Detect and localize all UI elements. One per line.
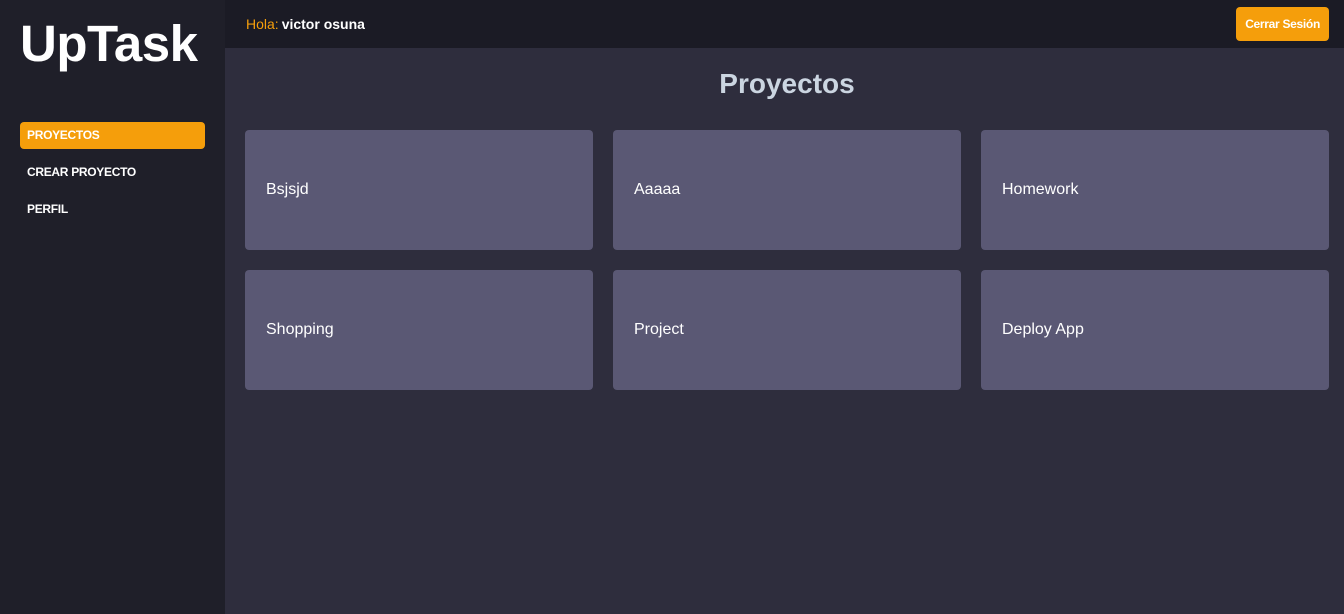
app-logo: UpTask (20, 15, 198, 72)
sidebar-item-perfil[interactable]: PERFIL (20, 196, 205, 223)
sidebar: UpTask PROYECTOS CREAR PROYECTO PERFIL (0, 0, 225, 614)
project-name: Deploy App (1002, 321, 1084, 338)
project-card[interactable]: Deploy App (981, 270, 1329, 390)
main-area: Hola: victor osuna Cerrar Sesión Proyecto… (225, 0, 1344, 614)
logout-button[interactable]: Cerrar Sesión (1236, 7, 1329, 41)
project-card[interactable]: Homework (981, 130, 1329, 250)
page-title: Proyectos (719, 68, 855, 99)
app-layout: UpTask PROYECTOS CREAR PROYECTO PERFIL H… (0, 0, 1344, 614)
project-card[interactable]: Project (613, 270, 961, 390)
project-card[interactable]: Aaaaa (613, 130, 961, 250)
content: Proyectos Bsjsjd Aaaaa Homework Shopping… (225, 48, 1344, 390)
project-name: Aaaaa (634, 181, 681, 198)
project-name: Project (634, 321, 684, 338)
project-card[interactable]: Shopping (245, 270, 593, 390)
projects-grid: Bsjsjd Aaaaa Homework Shopping Project D… (245, 130, 1329, 390)
project-name: Homework (1002, 181, 1079, 198)
greeting-label: Hola: (246, 16, 279, 32)
sidebar-nav: PROYECTOS CREAR PROYECTO PERFIL (20, 122, 205, 223)
project-card[interactable]: Bsjsjd (245, 130, 593, 250)
project-name: Bsjsjd (266, 181, 309, 198)
sidebar-item-proyectos[interactable]: PROYECTOS (20, 122, 205, 149)
top-bar: Hola: victor osuna Cerrar Sesión (225, 0, 1344, 48)
greeting: Hola: victor osuna (246, 16, 365, 32)
sidebar-item-crear-proyecto[interactable]: CREAR PROYECTO (20, 159, 205, 186)
user-name: victor osuna (281, 16, 365, 32)
project-name: Shopping (266, 321, 334, 338)
